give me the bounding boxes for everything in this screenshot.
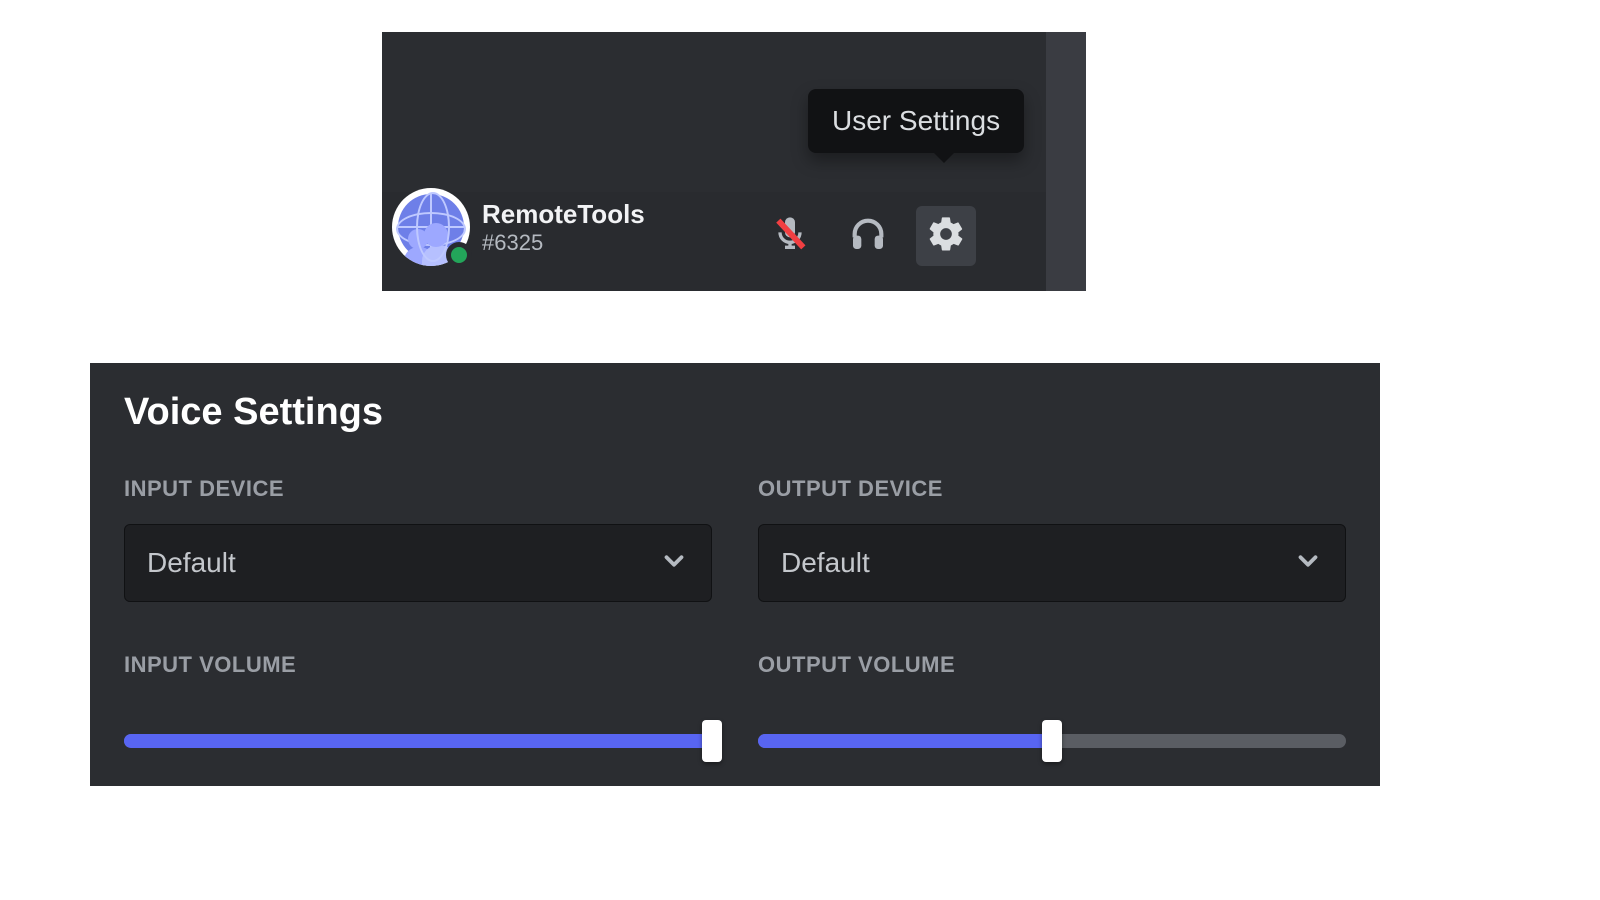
microphone-muted-icon: [770, 214, 810, 259]
slider-handle[interactable]: [1042, 720, 1062, 762]
input-volume-label: INPUT VOLUME: [124, 652, 712, 678]
voice-settings-panel: Voice Settings INPUT DEVICE Default INPU…: [90, 363, 1380, 786]
settings-tooltip: User Settings: [808, 89, 1024, 153]
device-columns: INPUT DEVICE Default INPUT VOLUME OUTPUT…: [124, 476, 1346, 756]
input-device-label: INPUT DEVICE: [124, 476, 712, 502]
output-volume-label: OUTPUT VOLUME: [758, 652, 1346, 678]
status-online-icon: [446, 242, 472, 268]
mute-button[interactable]: [760, 206, 820, 266]
slider-handle[interactable]: [702, 720, 722, 762]
discriminator: #6325: [482, 230, 645, 256]
voice-settings-title: Voice Settings: [124, 391, 1346, 434]
chevron-down-icon: [659, 546, 689, 581]
avatar-wrap[interactable]: [392, 188, 470, 266]
settings-button[interactable]: [916, 206, 976, 266]
output-volume-slider[interactable]: [758, 726, 1346, 756]
slider-fill: [758, 734, 1052, 748]
output-column: OUTPUT DEVICE Default OUTPUT VOLUME: [758, 476, 1346, 756]
deafen-button[interactable]: [838, 206, 898, 266]
output-device-label: OUTPUT DEVICE: [758, 476, 1346, 502]
input-device-value: Default: [147, 547, 236, 579]
user-panel: RemoteTools #6325: [382, 32, 1086, 291]
input-column: INPUT DEVICE Default INPUT VOLUME: [124, 476, 712, 756]
chevron-down-icon: [1293, 546, 1323, 581]
user-name-block: RemoteTools #6325: [482, 199, 645, 256]
input-volume-slider[interactable]: [124, 726, 712, 756]
slider-fill: [124, 734, 712, 748]
output-device-value: Default: [781, 547, 870, 579]
output-device-select[interactable]: Default: [758, 524, 1346, 602]
gear-icon: [926, 214, 966, 259]
input-device-select[interactable]: Default: [124, 524, 712, 602]
user-controls: [760, 206, 1076, 266]
user-info[interactable]: RemoteTools #6325: [392, 188, 645, 266]
username: RemoteTools: [482, 199, 645, 230]
headphones-icon: [848, 214, 888, 259]
